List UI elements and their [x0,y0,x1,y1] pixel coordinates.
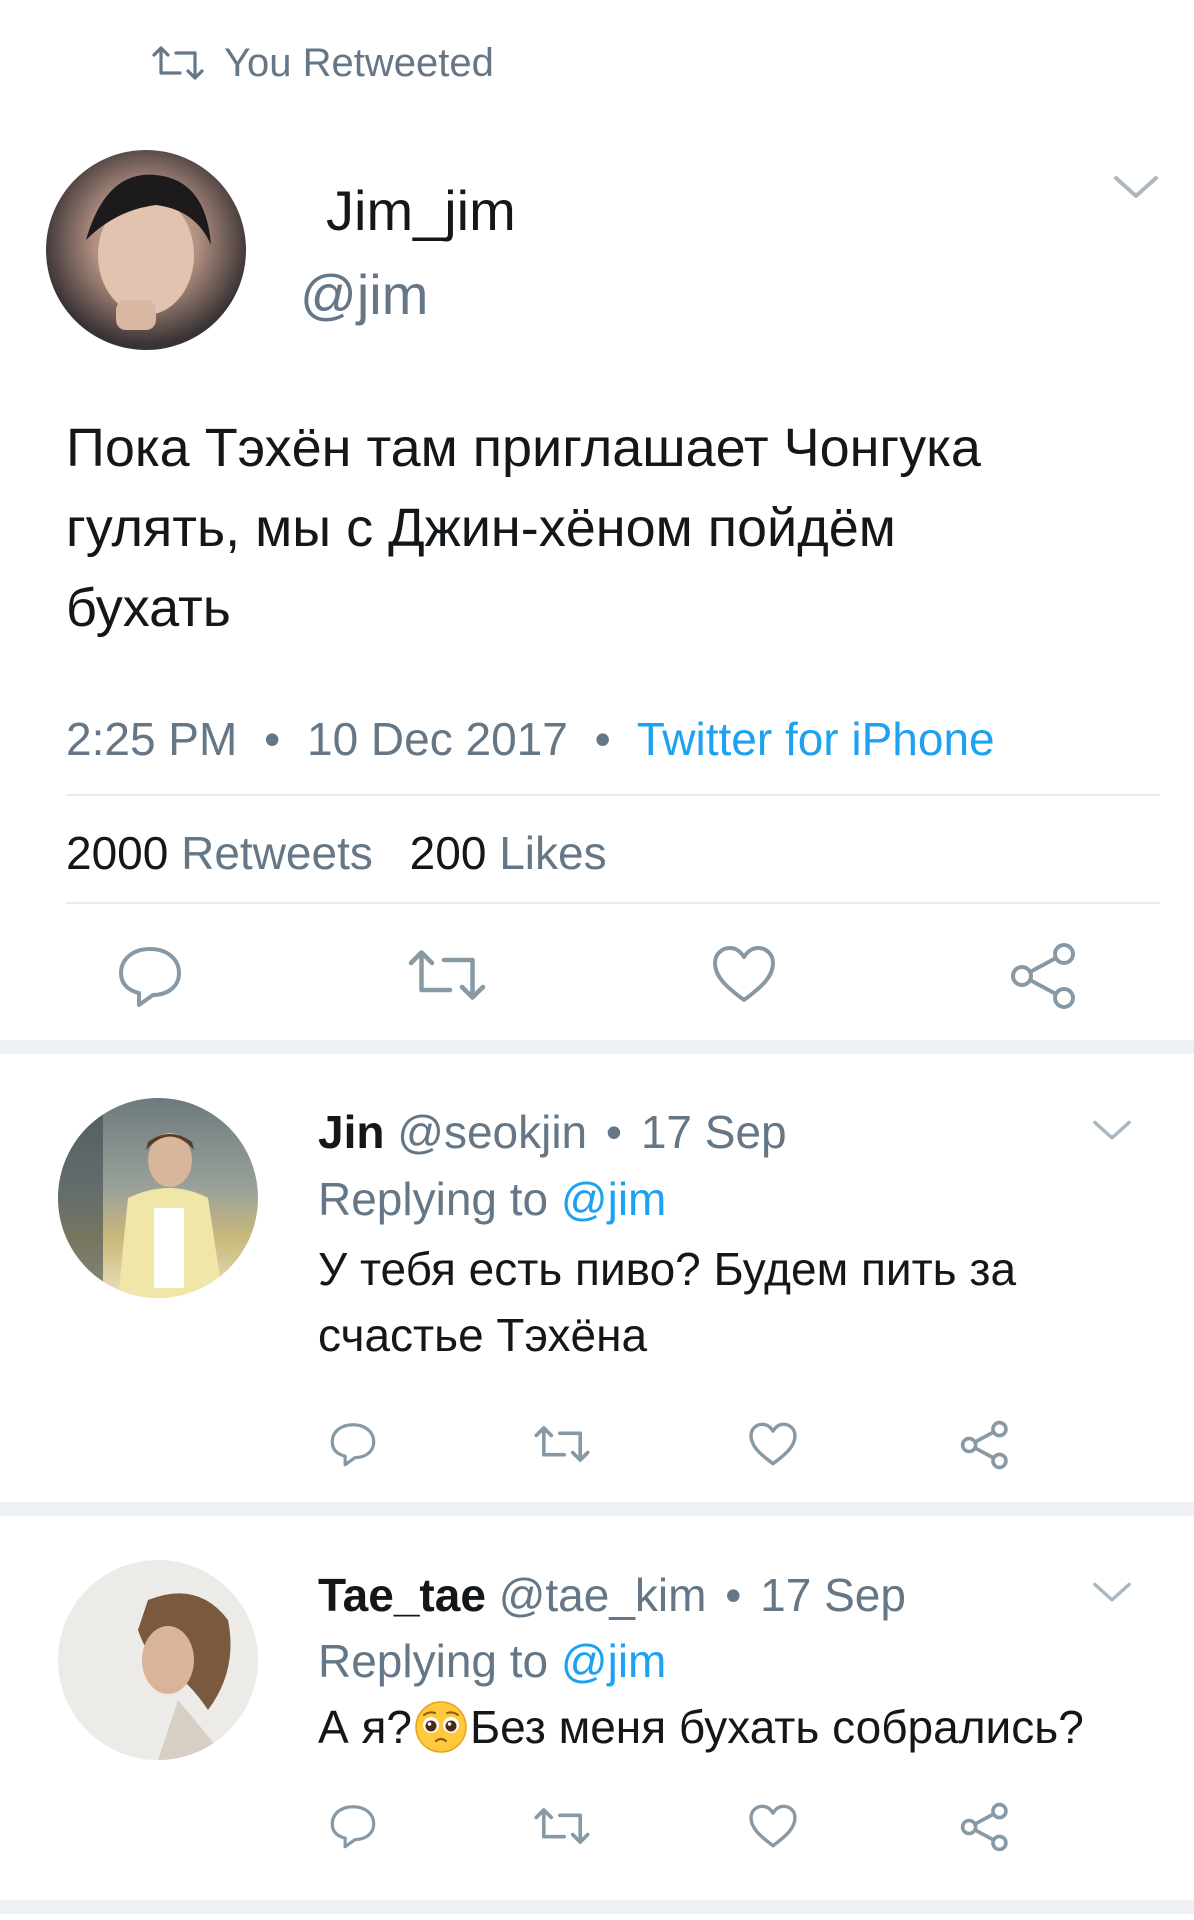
like-icon[interactable] [746,1418,800,1470]
retweets-stat[interactable]: 2000 Retweets [66,827,386,879]
section-separator [0,1900,1194,1914]
display-name[interactable]: Jim_jim [326,178,516,243]
replying-to-label: Replying to [318,1635,549,1687]
chevron-down-icon[interactable] [1108,168,1164,208]
retweet-icon[interactable] [530,1420,594,1468]
retweet-icon [150,43,206,83]
reply-text-line: У тебя есть пиво? Будем пить за [318,1243,1017,1295]
replying-to-link[interactable]: @jim [561,1635,666,1687]
reply-text-line: счастье Тэхёна [318,1309,648,1361]
retweet-icon[interactable] [530,1802,594,1850]
like-icon[interactable] [746,1800,800,1852]
avatar-jin[interactable] [58,1098,258,1298]
tweet-text-line: Пока Тэхён там приглашает Чонгука [66,418,981,478]
reply-date: 17 Sep [640,1106,787,1158]
reply-author-handle[interactable]: @seokjin [397,1106,587,1158]
retweet-banner: You Retweeted [150,38,494,88]
tweet-source-link[interactable]: Twitter for iPhone [637,713,995,765]
tweet-text: Пока Тэхён там приглашает Чонгука гулять… [66,408,981,648]
reply-text: А я? Без меня бухать собрались? [318,1700,1084,1754]
reply-header: Tae_tae @tae_kim • 17 Sep [318,1568,906,1622]
section-separator [0,1502,1194,1516]
avatar-jim[interactable] [46,150,246,350]
share-icon[interactable] [958,1800,1012,1854]
section-separator [0,1040,1194,1054]
share-icon[interactable] [958,1418,1012,1472]
chevron-down-icon[interactable] [1088,1576,1136,1610]
reply-date: 17 Sep [760,1569,906,1621]
reply-author-handle[interactable]: @tae_kim [499,1569,707,1621]
tweet-time: 2:25 PM [66,713,238,765]
handle-text[interactable]: @jim [300,262,428,327]
replying-to: Replying to @jim [318,1172,666,1226]
stats-row: 2000 Retweets 200 Likes [66,826,607,880]
like-icon[interactable] [708,940,780,1008]
reply-text-before-emoji: А я? [318,1701,412,1753]
retweets-count: 2000 [66,827,169,879]
tweet-text-line: гулять, мы с Джин-хёном пойдём [66,498,896,558]
separator-dot: • [605,1106,623,1158]
reply-icon[interactable] [326,1418,380,1470]
tweet-text-line: бухать [66,578,231,638]
reply-header: Jin @seokjin • 17 Sep [318,1105,787,1159]
divider [66,794,1160,796]
likes-label: Likes [499,827,607,879]
reply-icon[interactable] [326,1800,380,1852]
retweets-label: Retweets [181,827,373,879]
divider [66,902,1160,904]
reply-text: У тебя есть пиво? Будем пить за счастье … [318,1236,1016,1368]
reply-icon[interactable] [112,940,188,1012]
replying-to: Replying to @jim [318,1634,666,1688]
separator-dot: • [264,713,281,765]
retweet-icon[interactable] [404,942,490,1008]
timestamp-row: 2:25 PM • 10 Dec 2017 • Twitter for iPho… [66,712,995,766]
chevron-down-icon[interactable] [1088,1114,1136,1148]
likes-stat[interactable]: 200 Likes [410,827,607,879]
reply-author-name[interactable]: Jin [318,1106,384,1158]
reply-author-name[interactable]: Tae_tae [318,1569,486,1621]
share-icon[interactable] [1006,938,1082,1014]
tweet-date: 10 Dec 2017 [306,713,568,765]
retweet-banner-text: You Retweeted [224,40,494,85]
avatar-tae[interactable] [58,1560,258,1760]
separator-dot: • [594,713,611,765]
likes-count: 200 [409,827,487,879]
replying-to-link[interactable]: @jim [561,1173,666,1225]
reply-text-after-emoji: Без меня бухать собрались? [469,1701,1084,1753]
replying-to-label: Replying to [318,1173,549,1225]
separator-dot: • [725,1569,742,1621]
pleading-face-emoji [414,1700,468,1754]
